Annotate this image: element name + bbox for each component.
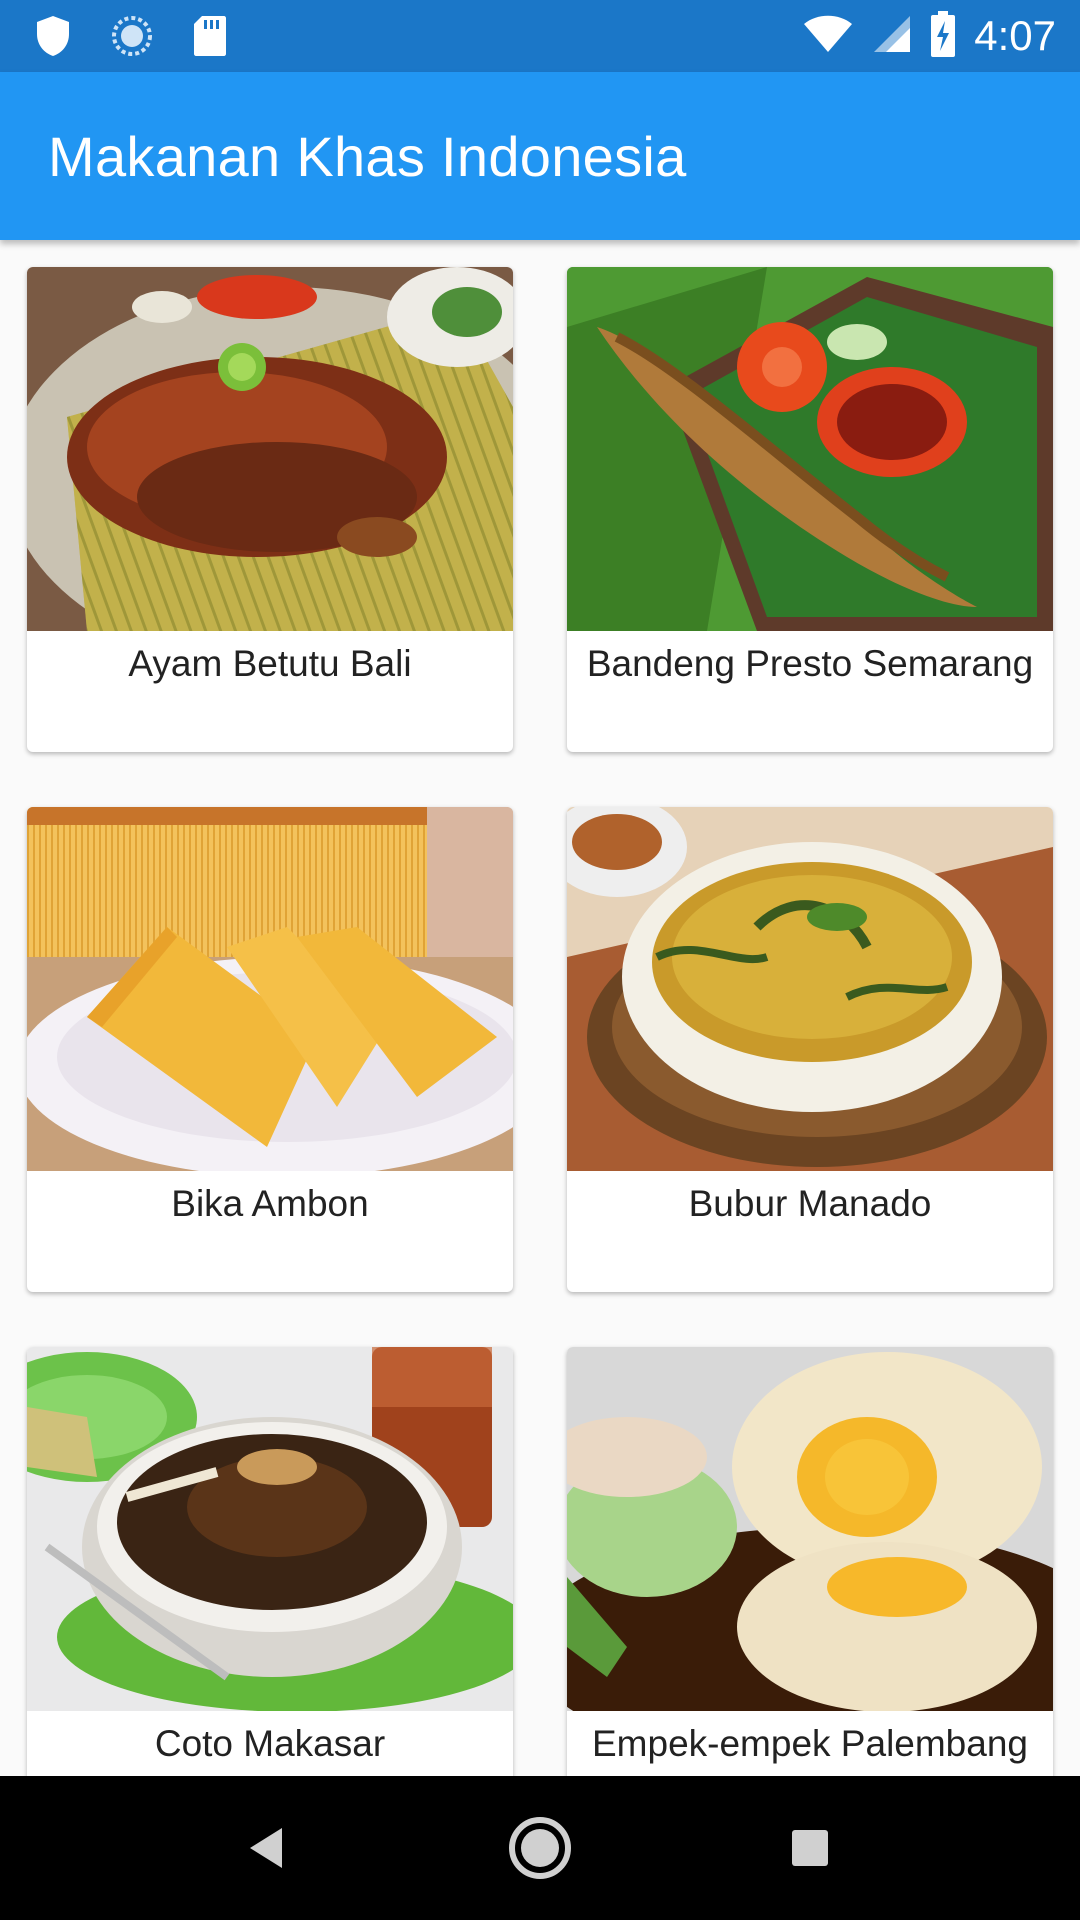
shield-icon xyxy=(34,14,72,63)
bubur-manado-image xyxy=(567,807,1053,1171)
status-time: 4:07 xyxy=(974,12,1056,59)
app-title: Makanan Khas Indonesia xyxy=(48,125,687,188)
back-button[interactable] xyxy=(234,1814,302,1882)
sync-icon xyxy=(110,14,154,63)
back-icon xyxy=(250,1828,282,1868)
food-name-label: Empek-empek Palembang xyxy=(592,1723,1028,1764)
navigation-bar xyxy=(0,1776,1080,1920)
cell-signal-icon xyxy=(872,14,912,59)
ayam-betutu-image xyxy=(27,267,513,631)
food-card-bandeng-presto[interactable]: Bandeng Presto Semarang xyxy=(567,267,1053,752)
battery-charging-icon xyxy=(930,10,956,62)
status-left-icons xyxy=(34,14,228,63)
bika-ambon-image xyxy=(27,807,513,1171)
food-name-label: Coto Makasar xyxy=(154,1723,386,1764)
food-grid[interactable]: Ayam Betutu Bali Bandeng Presto Semarang xyxy=(0,240,1080,1776)
status-bar: 4:07 xyxy=(0,0,1080,72)
status-right-icons: 4:07 xyxy=(802,10,1056,62)
home-icon xyxy=(509,1817,571,1879)
bandeng-presto-image xyxy=(567,267,1053,631)
recents-icon xyxy=(792,1830,828,1866)
food-card-coto-makasar[interactable]: Coto Makasar xyxy=(27,1347,513,1776)
food-card-bubur-manado[interactable]: Bubur Manado xyxy=(567,807,1053,1292)
home-button[interactable] xyxy=(506,1814,574,1882)
food-name-label: Bubur Manado xyxy=(688,1183,932,1224)
recents-button[interactable] xyxy=(776,1814,844,1882)
sd-card-icon xyxy=(192,14,228,63)
coto-makasar-image xyxy=(27,1347,513,1711)
food-name-label: Bika Ambon xyxy=(171,1183,369,1224)
empek-empek-image xyxy=(567,1347,1053,1711)
food-name-label: Bandeng Presto Semarang xyxy=(586,643,1034,684)
food-name-label: Ayam Betutu Bali xyxy=(128,643,412,684)
food-card-empek-empek[interactable]: Empek-empek Palembang xyxy=(567,1347,1053,1776)
app-bar: Makanan Khas Indonesia xyxy=(0,72,1080,240)
wifi-icon xyxy=(802,14,854,59)
food-card-bika-ambon[interactable]: Bika Ambon xyxy=(27,807,513,1292)
food-card-ayam-betutu[interactable]: Ayam Betutu Bali xyxy=(27,267,513,752)
